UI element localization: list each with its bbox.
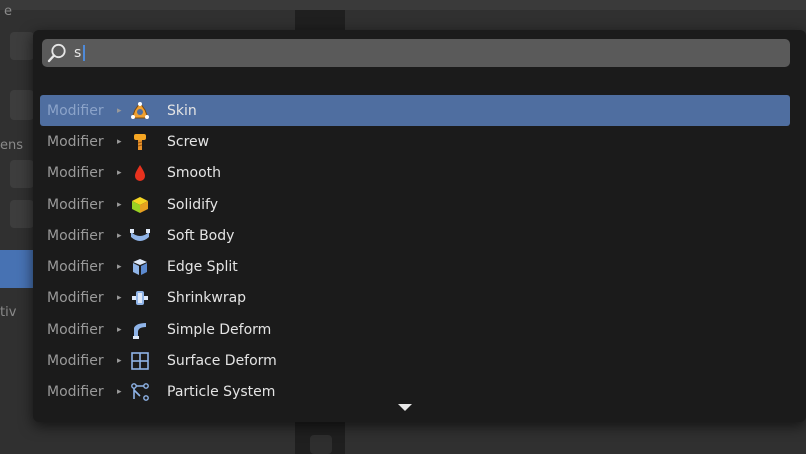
soft-body-modifier-icon xyxy=(129,225,151,247)
result-label: Solidify xyxy=(167,196,218,213)
shrinkwrap-modifier-icon xyxy=(129,287,151,309)
breadcrumb-arrow-icon: ▸ xyxy=(117,136,122,147)
result-prefix: Modifier xyxy=(47,133,104,150)
result-prefix: Modifier xyxy=(47,259,104,276)
breadcrumb-arrow-icon: ▸ xyxy=(117,356,122,367)
top-strip xyxy=(0,0,806,10)
result-item-edge-split[interactable]: Modifier ▸ Edge Split xyxy=(40,251,790,282)
result-prefix: Modifier xyxy=(47,102,104,119)
breadcrumb-arrow-icon: ▸ xyxy=(117,324,122,335)
result-item-solidify[interactable]: Modifier ▸ Solidify xyxy=(40,189,790,220)
result-item-simple-deform[interactable]: Modifier ▸ Simple Deform xyxy=(40,314,790,345)
result-label: Screw xyxy=(167,133,210,150)
result-label: Simple Deform xyxy=(167,321,272,338)
bg-field xyxy=(10,160,34,188)
result-label: Shrinkwrap xyxy=(167,290,247,307)
simple-deform-modifier-icon xyxy=(129,319,151,341)
breadcrumb-arrow-icon: ▸ xyxy=(117,262,122,273)
result-prefix: Modifier xyxy=(47,290,104,307)
edge-split-modifier-icon xyxy=(129,256,151,278)
solidify-modifier-icon xyxy=(129,194,151,216)
result-prefix: Modifier xyxy=(47,353,104,370)
result-prefix: Modifier xyxy=(47,196,104,213)
bg-label-ens: ens xyxy=(0,138,24,153)
skin-modifier-icon xyxy=(129,100,151,122)
bg-label-tiv: tiv xyxy=(0,305,17,320)
search-icon xyxy=(46,42,68,64)
particle-system-modifier-icon xyxy=(129,381,151,403)
result-label: Edge Split xyxy=(167,259,238,276)
bg-field xyxy=(10,90,34,120)
result-item-soft-body[interactable]: Modifier ▸ Soft Body xyxy=(40,220,790,251)
text-cursor xyxy=(83,45,86,61)
screw-modifier-icon xyxy=(129,131,151,153)
surface-deform-modifier-icon xyxy=(129,350,151,372)
bg-tab-icon xyxy=(310,435,332,454)
result-prefix: Modifier xyxy=(47,227,104,244)
result-item-particle-system[interactable]: Modifier ▸ Particle System xyxy=(40,377,790,408)
result-label: Skin xyxy=(167,102,197,119)
result-prefix: Modifier xyxy=(47,165,104,182)
search-results-list: Modifier ▸ Skin Modifier ▸ Screw Modifie… xyxy=(40,95,790,408)
search-input[interactable]: s xyxy=(74,45,86,61)
result-label: Soft Body xyxy=(167,227,235,244)
result-prefix: Modifier xyxy=(47,321,104,338)
result-label: Surface Deform xyxy=(167,353,277,370)
result-label: Smooth xyxy=(167,165,222,182)
breadcrumb-arrow-icon: ▸ xyxy=(117,293,122,304)
result-item-skin[interactable]: Modifier ▸ Skin xyxy=(40,95,790,127)
result-item-screw[interactable]: Modifier ▸ Screw xyxy=(40,126,790,157)
scroll-down-arrow-icon[interactable] xyxy=(398,404,412,411)
breadcrumb-arrow-icon: ▸ xyxy=(117,230,122,241)
bg-label-e: e xyxy=(4,4,12,19)
bg-field xyxy=(10,200,34,228)
result-item-surface-deform[interactable]: Modifier ▸ Surface Deform xyxy=(40,345,790,376)
result-label: Particle System xyxy=(167,384,276,401)
smooth-modifier-icon xyxy=(129,162,151,184)
result-item-smooth[interactable]: Modifier ▸ Smooth xyxy=(40,158,790,189)
breadcrumb-arrow-icon: ▸ xyxy=(117,105,122,116)
result-item-shrinkwrap[interactable]: Modifier ▸ Shrinkwrap xyxy=(40,283,790,314)
search-field[interactable]: s xyxy=(42,39,790,67)
bg-field xyxy=(10,32,34,60)
breadcrumb-arrow-icon: ▸ xyxy=(117,199,122,210)
breadcrumb-arrow-icon: ▸ xyxy=(117,387,122,398)
breadcrumb-arrow-icon: ▸ xyxy=(117,168,122,179)
result-prefix: Modifier xyxy=(47,384,104,401)
